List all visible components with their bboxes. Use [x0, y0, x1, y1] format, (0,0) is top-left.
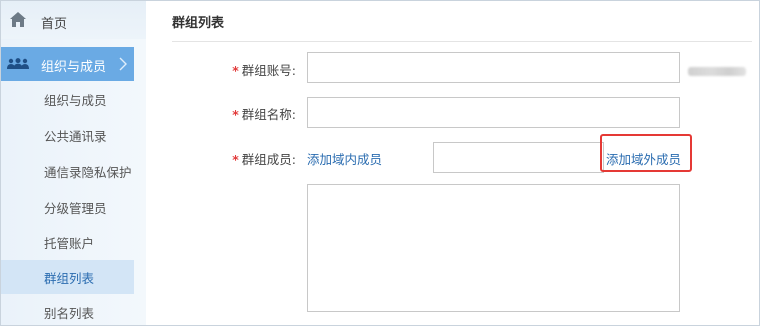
highlight-annotation	[600, 134, 692, 172]
sidebar-item-label: 托管账户	[44, 236, 95, 251]
sidebar-home-label: 首页	[41, 17, 68, 32]
name-label: * 群组名称:	[206, 104, 296, 123]
members-list-box[interactable]	[307, 184, 680, 312]
sidebar-item-label: 分级管理员	[44, 201, 107, 216]
sidebar-item-sub-admins[interactable]: 分级管理员	[1, 190, 134, 224]
people-group-icon	[7, 58, 29, 69]
sidebar-item-label: 别名列表	[44, 306, 95, 321]
members-label-text: 群组成员:	[241, 152, 296, 167]
sidebar-item-org-members[interactable]: 组织与成员	[1, 82, 134, 116]
group-account-input[interactable]	[307, 52, 680, 83]
members-label: * 群组成员:	[206, 149, 296, 168]
sidebar-item-managed-accounts[interactable]: 托管账户	[1, 225, 134, 259]
sidebar-item-label: 通信录隐私保护	[44, 165, 132, 180]
account-label-text: 群组账号:	[241, 63, 296, 78]
required-mark: *	[232, 63, 239, 78]
home-icon	[10, 12, 26, 27]
name-label-text: 群组名称:	[241, 107, 296, 122]
sidebar-item-group-list[interactable]: 群组列表	[1, 260, 134, 294]
page-title: 群组列表	[172, 16, 225, 31]
sidebar-item-label: 公共通讯录	[44, 129, 107, 144]
main-panel: 群组列表 * 群组账号: * 群组名称: * 群组成员: 添加域内成员 添加域外成员	[146, 1, 759, 325]
add-internal-member-link[interactable]: 添加域内成员	[307, 149, 382, 168]
domain-suffix-redacted	[688, 67, 746, 76]
sidebar-item-label: 群组列表	[44, 271, 95, 286]
sidebar-item-public-contacts[interactable]: 公共通讯录	[1, 118, 134, 152]
title-divider	[172, 41, 752, 42]
required-mark: *	[232, 107, 239, 122]
required-mark: *	[232, 152, 239, 167]
member-search-input[interactable]	[433, 142, 604, 173]
group-name-input[interactable]	[307, 97, 680, 128]
account-label: * 群组账号:	[206, 60, 296, 79]
sidebar-item-alias-list[interactable]: 别名列表	[1, 295, 134, 326]
sidebar-group-label: 组织与成员	[41, 60, 107, 75]
sidebar-item-contacts-privacy[interactable]: 通信录隐私保护	[1, 154, 134, 188]
sidebar-home[interactable]: 首页	[1, 1, 146, 39]
sidebar: 首页 组织与成员 组织与成员 公共通讯录 通信录隐私保护 分级管理员 托管账户 …	[1, 1, 146, 325]
sidebar-item-label: 组织与成员	[44, 93, 107, 108]
sidebar-group-org-members[interactable]: 组织与成员	[1, 47, 134, 81]
chevron-right-icon	[119, 57, 127, 71]
